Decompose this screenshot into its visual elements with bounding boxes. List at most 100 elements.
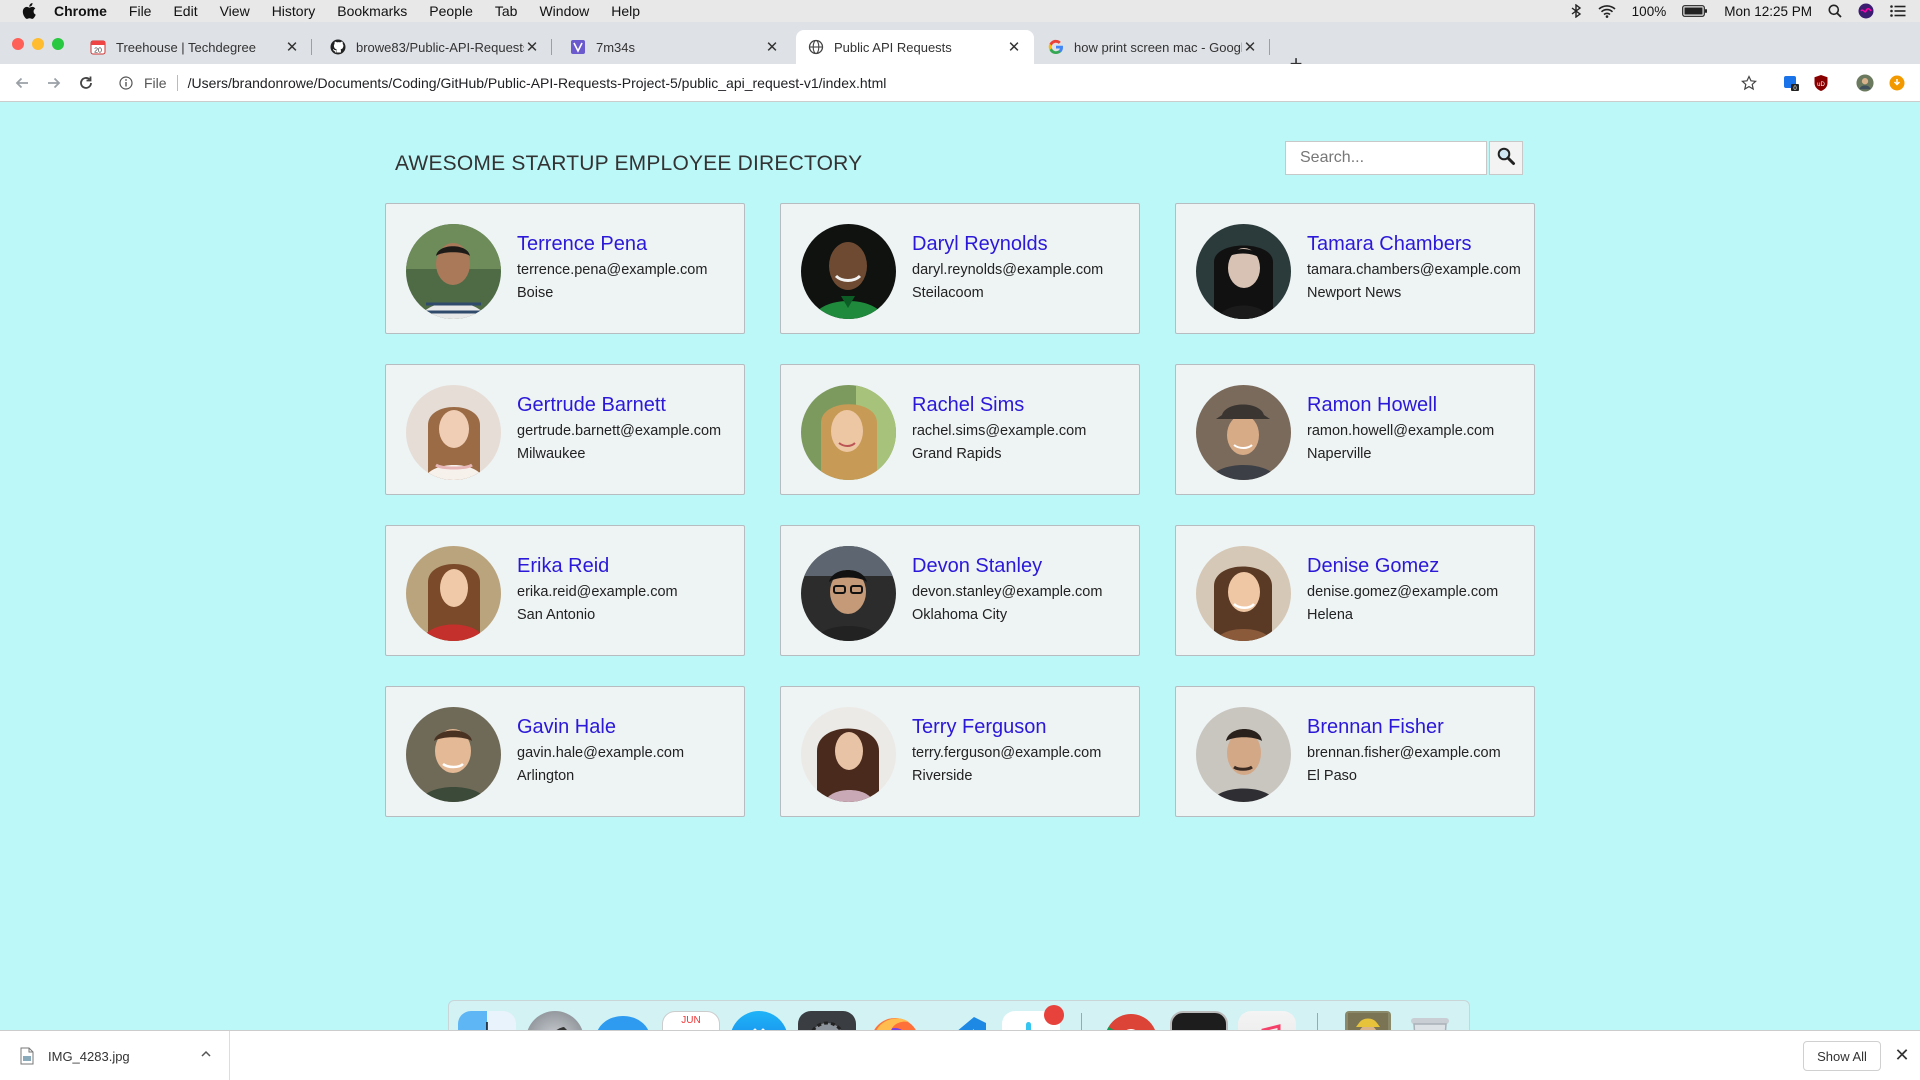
apple-menu-icon[interactable] — [18, 0, 40, 22]
menu-bookmarks[interactable]: Bookmarks — [337, 3, 407, 19]
menu-edit[interactable]: Edit — [173, 3, 197, 19]
menu-view[interactable]: View — [220, 3, 250, 19]
menu-file[interactable]: File — [129, 3, 152, 19]
site-info-icon[interactable] — [118, 75, 134, 91]
chevron-up-icon[interactable] — [200, 1048, 212, 1063]
menu-tab[interactable]: Tab — [495, 3, 518, 19]
employee-name[interactable]: Daryl Reynolds — [912, 233, 1048, 256]
employee-avatar — [406, 707, 501, 802]
download-item[interactable]: IMG_4283.jpg — [0, 1031, 230, 1080]
tab-close-icon[interactable]: ✕ — [764, 39, 780, 56]
employee-avatar — [406, 546, 501, 641]
update-icon[interactable] — [1888, 74, 1906, 92]
battery-percent[interactable]: 100% — [1632, 4, 1667, 19]
wifi-icon[interactable] — [1598, 4, 1616, 18]
tab-close-icon[interactable]: ✕ — [284, 39, 300, 56]
employee-card[interactable]: Gertrude Barnett gertrude.barnett@exampl… — [385, 364, 745, 495]
employee-name[interactable]: Brennan Fisher — [1307, 716, 1444, 739]
employee-card[interactable]: Gavin Hale gavin.hale@example.com Arling… — [385, 686, 745, 817]
ublock-icon[interactable]: uD — [1812, 74, 1830, 92]
employee-email: erika.reid@example.com — [517, 584, 678, 600]
clock[interactable]: Mon 12:25 PM — [1724, 4, 1812, 19]
close-shelf-icon[interactable]: ✕ — [1892, 1045, 1912, 1065]
magnifier-icon — [1496, 146, 1516, 171]
tab-close-icon[interactable]: ✕ — [1242, 39, 1258, 56]
employee-city: Arlington — [517, 768, 575, 784]
employee-name[interactable]: Terrence Pena — [517, 233, 647, 256]
tab-7m34s[interactable]: 7m34s ✕ — [558, 30, 792, 64]
notification-badge-icon — [1044, 1005, 1064, 1025]
url-text[interactable]: /Users/brandonrowe/Documents/Coding/GitH… — [188, 75, 887, 91]
employee-city: Riverside — [912, 768, 973, 784]
employee-city: Steilacoom — [912, 285, 984, 301]
tab-public-api-requests[interactable]: Public API Requests ✕ — [796, 30, 1034, 64]
search-input[interactable] — [1285, 141, 1487, 175]
spotlight-search-icon[interactable] — [1828, 4, 1842, 18]
google-icon — [1048, 39, 1064, 55]
forward-button[interactable] — [44, 73, 64, 93]
minimize-window-button[interactable] — [32, 38, 44, 50]
employee-avatar — [1196, 546, 1291, 641]
bookmark-star-icon[interactable] — [1740, 74, 1758, 92]
employee-name[interactable]: Erika Reid — [517, 555, 609, 578]
tab-title: Public API Requests — [834, 39, 952, 55]
zoom-window-button[interactable] — [52, 38, 64, 50]
url-scheme-label: File — [144, 75, 167, 91]
menu-history[interactable]: History — [272, 3, 316, 19]
employee-avatar — [801, 224, 896, 319]
battery-icon[interactable] — [1682, 5, 1708, 17]
bluetooth-icon[interactable] — [1570, 4, 1582, 18]
employee-card[interactable]: Devon Stanley devon.stanley@example.com … — [780, 525, 1140, 656]
siri-icon[interactable] — [1858, 3, 1874, 19]
notification-center-icon[interactable] — [1890, 5, 1906, 17]
employee-name[interactable]: Terry Ferguson — [912, 716, 1047, 739]
tab-treehouse[interactable]: 20 Treehouse | Techdegree ✕ — [78, 30, 312, 64]
extension-icon[interactable]: 0 — [1782, 74, 1800, 92]
back-button[interactable] — [12, 73, 32, 93]
employee-avatar — [406, 224, 501, 319]
employee-email: tamara.chambers@example.com — [1307, 262, 1521, 278]
employee-name[interactable]: Ramon Howell — [1307, 394, 1437, 417]
show-all-button[interactable]: Show All — [1803, 1041, 1881, 1071]
employee-card[interactable]: Erika Reid erika.reid@example.com San An… — [385, 525, 745, 656]
page-content: AWESOME STARTUP EMPLOYEE DIRECTORY Terre… — [0, 102, 1920, 1030]
menu-help[interactable]: Help — [611, 3, 640, 19]
menu-window[interactable]: Window — [539, 3, 589, 19]
employee-card[interactable]: Daryl Reynolds daryl.reynolds@example.co… — [780, 203, 1140, 334]
employee-name[interactable]: Gertrude Barnett — [517, 394, 666, 417]
employee-card[interactable]: Rachel Sims rachel.sims@example.com Gran… — [780, 364, 1140, 495]
tab-close-icon[interactable]: ✕ — [524, 39, 540, 56]
svg-text:20: 20 — [94, 48, 102, 55]
employee-name[interactable]: Gavin Hale — [517, 716, 616, 739]
employee-card[interactable]: Tamara Chambers tamara.chambers@example.… — [1175, 203, 1535, 334]
tab-google-search[interactable]: how print screen mac - Google ✕ — [1036, 30, 1270, 64]
employee-name[interactable]: Denise Gomez — [1307, 555, 1439, 578]
employee-avatar — [801, 707, 896, 802]
menu-people[interactable]: People — [429, 3, 473, 19]
employee-card[interactable]: Terry Ferguson terry.ferguson@example.co… — [780, 686, 1140, 817]
address-bar[interactable]: File /Users/brandonrowe/Documents/Coding… — [108, 68, 1770, 98]
employee-card[interactable]: Terrence Pena terrence.pena@example.com … — [385, 203, 745, 334]
profile-avatar-icon[interactable] — [1856, 74, 1874, 92]
globe-icon — [808, 39, 824, 55]
reload-button[interactable] — [76, 73, 96, 93]
menu-app-name[interactable]: Chrome — [54, 3, 107, 19]
employee-city: San Antonio — [517, 607, 596, 623]
employee-avatar — [1196, 707, 1291, 802]
employee-city: Boise — [517, 285, 554, 301]
employee-name[interactable]: Tamara Chambers — [1307, 233, 1472, 256]
employee-city: Oklahoma City — [912, 607, 1008, 623]
search-button[interactable] — [1489, 141, 1523, 175]
employee-name[interactable]: Devon Stanley — [912, 555, 1042, 578]
employee-card[interactable]: Ramon Howell ramon.howell@example.com Na… — [1175, 364, 1535, 495]
close-window-button[interactable] — [12, 38, 24, 50]
employee-avatar — [801, 385, 896, 480]
file-icon — [20, 1047, 34, 1065]
tab-github[interactable]: browe83/Public-API-Requests ✕ — [318, 30, 552, 64]
employee-card[interactable]: Denise Gomez denise.gomez@example.com He… — [1175, 525, 1535, 656]
tab-separator — [311, 39, 312, 55]
employee-card[interactable]: Brennan Fisher brennan.fisher@example.co… — [1175, 686, 1535, 817]
employee-name[interactable]: Rachel Sims — [912, 394, 1024, 417]
tab-close-icon[interactable]: ✕ — [1006, 39, 1022, 56]
employee-email: denise.gomez@example.com — [1307, 584, 1499, 600]
